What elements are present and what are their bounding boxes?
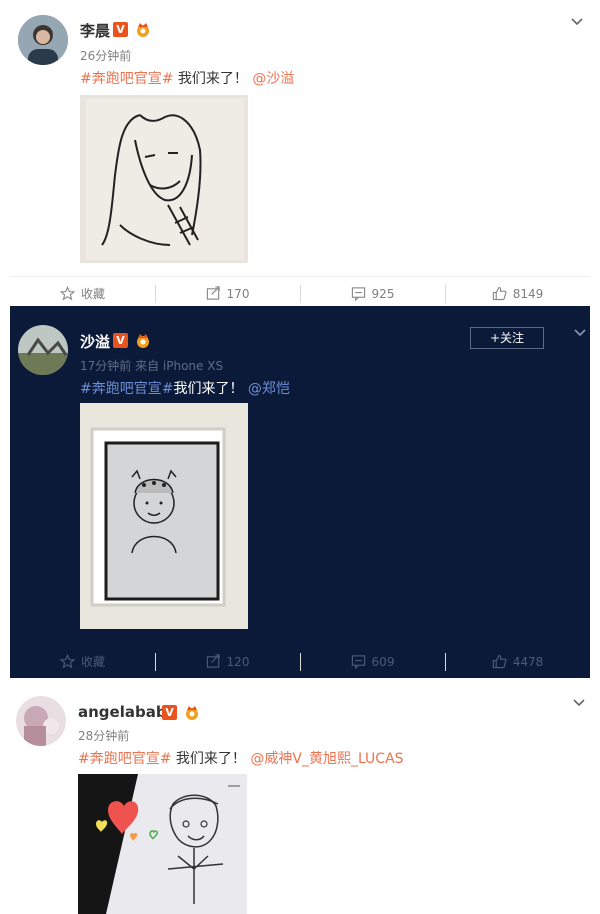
favorite-label: 收藏 — [80, 287, 105, 301]
like-button[interactable]: 4478 — [445, 645, 590, 678]
comment-count: 925 — [371, 286, 395, 301]
mention-link[interactable]: @威神V_黄旭熙_LUCAS — [250, 751, 403, 767]
crown-icon — [186, 706, 198, 720]
post-2: 沙溢 V 17分钟前 来自 iPhone XS +关注 #奔跑吧官宣#我们来了！… — [10, 306, 590, 678]
favorite-label: 收藏 — [80, 655, 105, 669]
star-icon — [59, 286, 75, 301]
favorite-button[interactable]: 收藏 — [10, 645, 155, 678]
post-text: #奔跑吧官宣# 我们来了！ @沙溢 — [80, 68, 294, 88]
post-image[interactable] — [80, 403, 248, 629]
repost-button[interactable]: 120 — [155, 645, 300, 678]
verified-badge-icon: V — [113, 333, 128, 348]
post-text: #奔跑吧官宣#我们来了！ @郑恺 — [80, 378, 290, 398]
comment-icon — [351, 655, 365, 669]
comment-button[interactable]: 609 — [300, 645, 445, 678]
topic-tag[interactable]: #奔跑吧官宣# — [80, 381, 173, 397]
topic-tag[interactable]: #奔跑吧官宣# — [80, 71, 173, 87]
post-body: 我们来了！ — [173, 381, 244, 397]
repost-icon — [206, 654, 220, 668]
like-count: 8149 — [512, 286, 544, 301]
username[interactable]: 沙溢 — [80, 331, 110, 352]
thumbs-up-icon — [492, 286, 507, 301]
post-body: 我们来了！ — [173, 71, 248, 87]
star-icon — [59, 654, 75, 669]
avatar[interactable] — [18, 15, 68, 65]
post-3: angelababy V 28分钟前 #奔跑吧官宣# 我们来了！ @威神V_黄旭… — [10, 678, 590, 914]
follow-button[interactable]: +关注 — [470, 327, 544, 349]
action-bar: 收藏 120 609 4478 — [10, 645, 590, 678]
post-time: 28分钟前 — [78, 729, 130, 743]
username[interactable]: 李晨 — [80, 20, 110, 41]
comment-icon — [351, 287, 365, 301]
verified-badge-icon: V — [113, 22, 128, 37]
chevron-down-icon[interactable] — [570, 17, 584, 27]
thumbs-up-icon — [492, 654, 507, 669]
post-time: 17分钟前 来自 iPhone XS — [80, 359, 224, 373]
verified-badge-icon: V — [162, 705, 177, 720]
repost-count: 120 — [226, 654, 250, 669]
post-1: 李晨 V 26分钟前 #奔跑吧官宣# 我们来了！ @沙溢 收藏 170 925 … — [10, 0, 590, 306]
chevron-down-icon[interactable] — [572, 698, 586, 708]
post-image[interactable] — [80, 95, 248, 263]
post-text: #奔跑吧官宣# 我们来了！ @威神V_黄旭熙_LUCAS — [78, 748, 404, 768]
post-image[interactable] — [78, 774, 247, 914]
topic-tag[interactable]: #奔跑吧官宣# — [78, 751, 171, 767]
like-count: 4478 — [512, 654, 544, 669]
chevron-down-icon[interactable] — [573, 328, 587, 338]
comment-count: 609 — [371, 654, 395, 669]
follow-label: +关注 — [489, 331, 525, 345]
mention-link[interactable]: @郑恺 — [248, 381, 290, 397]
post-body: 我们来了！ — [171, 751, 246, 767]
avatar[interactable] — [18, 325, 68, 375]
avatar[interactable] — [16, 696, 66, 746]
action-bar: 收藏 170 925 8149 — [10, 276, 590, 310]
post-time: 26分钟前 — [80, 49, 132, 63]
crown-icon — [137, 334, 149, 348]
repost-icon — [206, 286, 220, 300]
repost-count: 170 — [226, 286, 250, 301]
crown-icon — [137, 23, 149, 37]
mention-link[interactable]: @沙溢 — [252, 71, 294, 87]
